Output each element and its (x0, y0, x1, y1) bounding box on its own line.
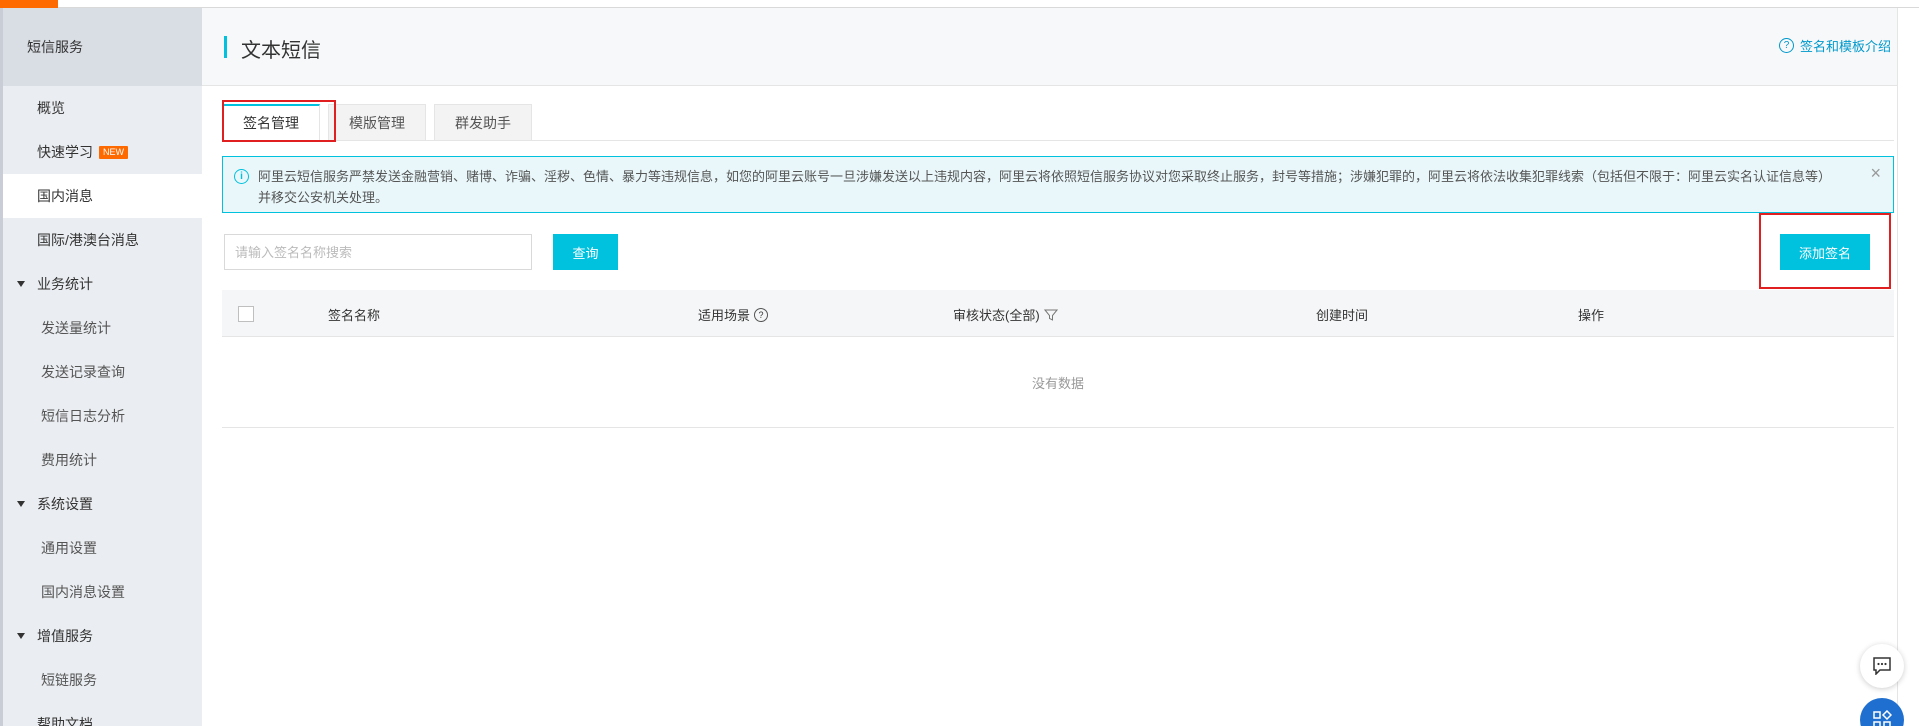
sidebar-item-domestic-settings[interactable]: 国内消息设置 (3, 570, 202, 614)
caret-down-icon (17, 501, 25, 507)
sidebar-item-label: 发送记录查询 (41, 364, 125, 380)
sidebar-item-international[interactable]: 国际/港澳台消息 (3, 218, 202, 262)
sidebar-item-help-docs[interactable]: 帮助文档 (3, 702, 202, 726)
column-header-label: 审核状态(全部) (953, 308, 1040, 323)
sidebar-item-send-volume[interactable]: 发送量统计 (3, 306, 202, 350)
scrollbar[interactable] (1897, 8, 1919, 726)
compliance-notice: i 阿里云短信服务严禁发送金融营销、赌博、诈骗、淫秽、色情、暴力等违规信息，如您… (222, 156, 1894, 213)
add-signature-button[interactable]: 添加签名 (1780, 234, 1870, 270)
sidebar-group-value-added[interactable]: 增值服务 (3, 614, 202, 658)
page-header: 文本短信 ? 签名和模板介绍 (202, 8, 1919, 86)
tab-bar: 签名管理 模版管理 群发助手 (222, 104, 540, 140)
column-header-created: 创建时间 (1316, 308, 1369, 323)
feedback-chat-button[interactable] (1860, 644, 1904, 688)
sidebar-group-settings[interactable]: 系统设置 (3, 482, 202, 526)
sidebar-item-general-settings[interactable]: 通用设置 (3, 526, 202, 570)
tab-bulk-send-assistant[interactable]: 群发助手 (434, 104, 532, 140)
sidebar-item-label: 短信日志分析 (41, 408, 125, 424)
sidebar-item-label: 通用设置 (41, 540, 97, 556)
sidebar-item-label: 国内消息设置 (41, 584, 125, 600)
filter-icon[interactable] (1043, 308, 1058, 322)
top-bar (0, 0, 1919, 8)
signature-search-input[interactable] (224, 234, 532, 270)
sidebar-item-label: 业务统计 (37, 276, 93, 292)
column-header-scene: 适用场景 ? (698, 305, 769, 324)
sidebar-item-label: 帮助文档 (37, 716, 93, 726)
question-icon: ? (1778, 38, 1794, 53)
help-link-label: 签名和模板介绍 (1799, 39, 1891, 54)
sidebar-item-domestic[interactable]: 国内消息 (3, 174, 202, 218)
question-icon[interactable]: ? (754, 307, 769, 322)
caret-down-icon (17, 281, 25, 287)
sidebar-item-overview[interactable]: 概览 (3, 86, 202, 130)
sidebar-item-label: 短链服务 (41, 672, 97, 688)
sidebar-item-label: 快速学习 (37, 144, 93, 160)
sidebar-header: 短信服务 (3, 8, 202, 86)
close-icon[interactable]: × (1870, 163, 1881, 184)
column-header-label: 适用场景 (698, 308, 751, 323)
table-header: 签名名称 适用场景 ? 审核状态(全部) 创建时间 操作 (222, 290, 1894, 337)
column-header-name: 签名名称 (328, 308, 381, 323)
title-accent-bar (224, 36, 227, 58)
apps-icon (1873, 710, 1892, 726)
sidebar-item-label: 国内消息 (37, 188, 93, 204)
tab-template-management[interactable]: 模版管理 (328, 104, 426, 140)
sidebar-item-label: 增值服务 (37, 628, 93, 644)
sidebar-item-short-link[interactable]: 短链服务 (3, 658, 202, 702)
sidebar-item-label: 费用统计 (41, 452, 97, 468)
query-button[interactable]: 查询 (553, 234, 618, 270)
page-title: 文本短信 (241, 40, 321, 62)
caret-down-icon (17, 633, 25, 639)
info-icon: i (234, 169, 249, 184)
new-badge: NEW (99, 145, 128, 159)
column-header-status[interactable]: 审核状态(全部) (953, 305, 1058, 324)
sidebar-item-quick-learn[interactable]: 快速学习 NEW (3, 130, 202, 174)
brand-logo-strip (0, 0, 58, 8)
sidebar-item-label: 系统设置 (37, 496, 93, 512)
notice-text: 阿里云短信服务严禁发送金融营销、赌博、诈骗、淫秽、色情、暴力等违规信息，如您的阿… (258, 169, 1832, 205)
sidebar-item-label: 发送量统计 (41, 320, 111, 336)
main-content: 文本短信 ? 签名和模板介绍 签名管理 模版管理 群发助手 i 阿里云短信服务严… (202, 8, 1919, 726)
select-all-checkbox[interactable] (238, 306, 254, 322)
sidebar-item-cost-stats[interactable]: 费用统计 (3, 438, 202, 482)
sidebar-group-stats[interactable]: 业务统计 (3, 262, 202, 306)
sidebar-item-send-records[interactable]: 发送记录查询 (3, 350, 202, 394)
help-link[interactable]: ? 签名和模板介绍 (1778, 36, 1891, 55)
column-header-actions: 操作 (1578, 308, 1605, 323)
sidebar-item-label: 国际/港澳台消息 (37, 232, 139, 248)
tab-signature-management[interactable]: 签名管理 (222, 104, 320, 140)
sidebar-item-log-analysis[interactable]: 短信日志分析 (3, 394, 202, 438)
chat-icon (1873, 657, 1891, 675)
sidebar: 短信服务 概览 快速学习 NEW 国内消息 国际/港澳台消息 业务统计 发送量统计… (0, 8, 202, 726)
tabs-divider (222, 140, 1894, 141)
empty-state: 没有数据 (222, 337, 1894, 428)
sidebar-item-label: 概览 (37, 100, 65, 116)
